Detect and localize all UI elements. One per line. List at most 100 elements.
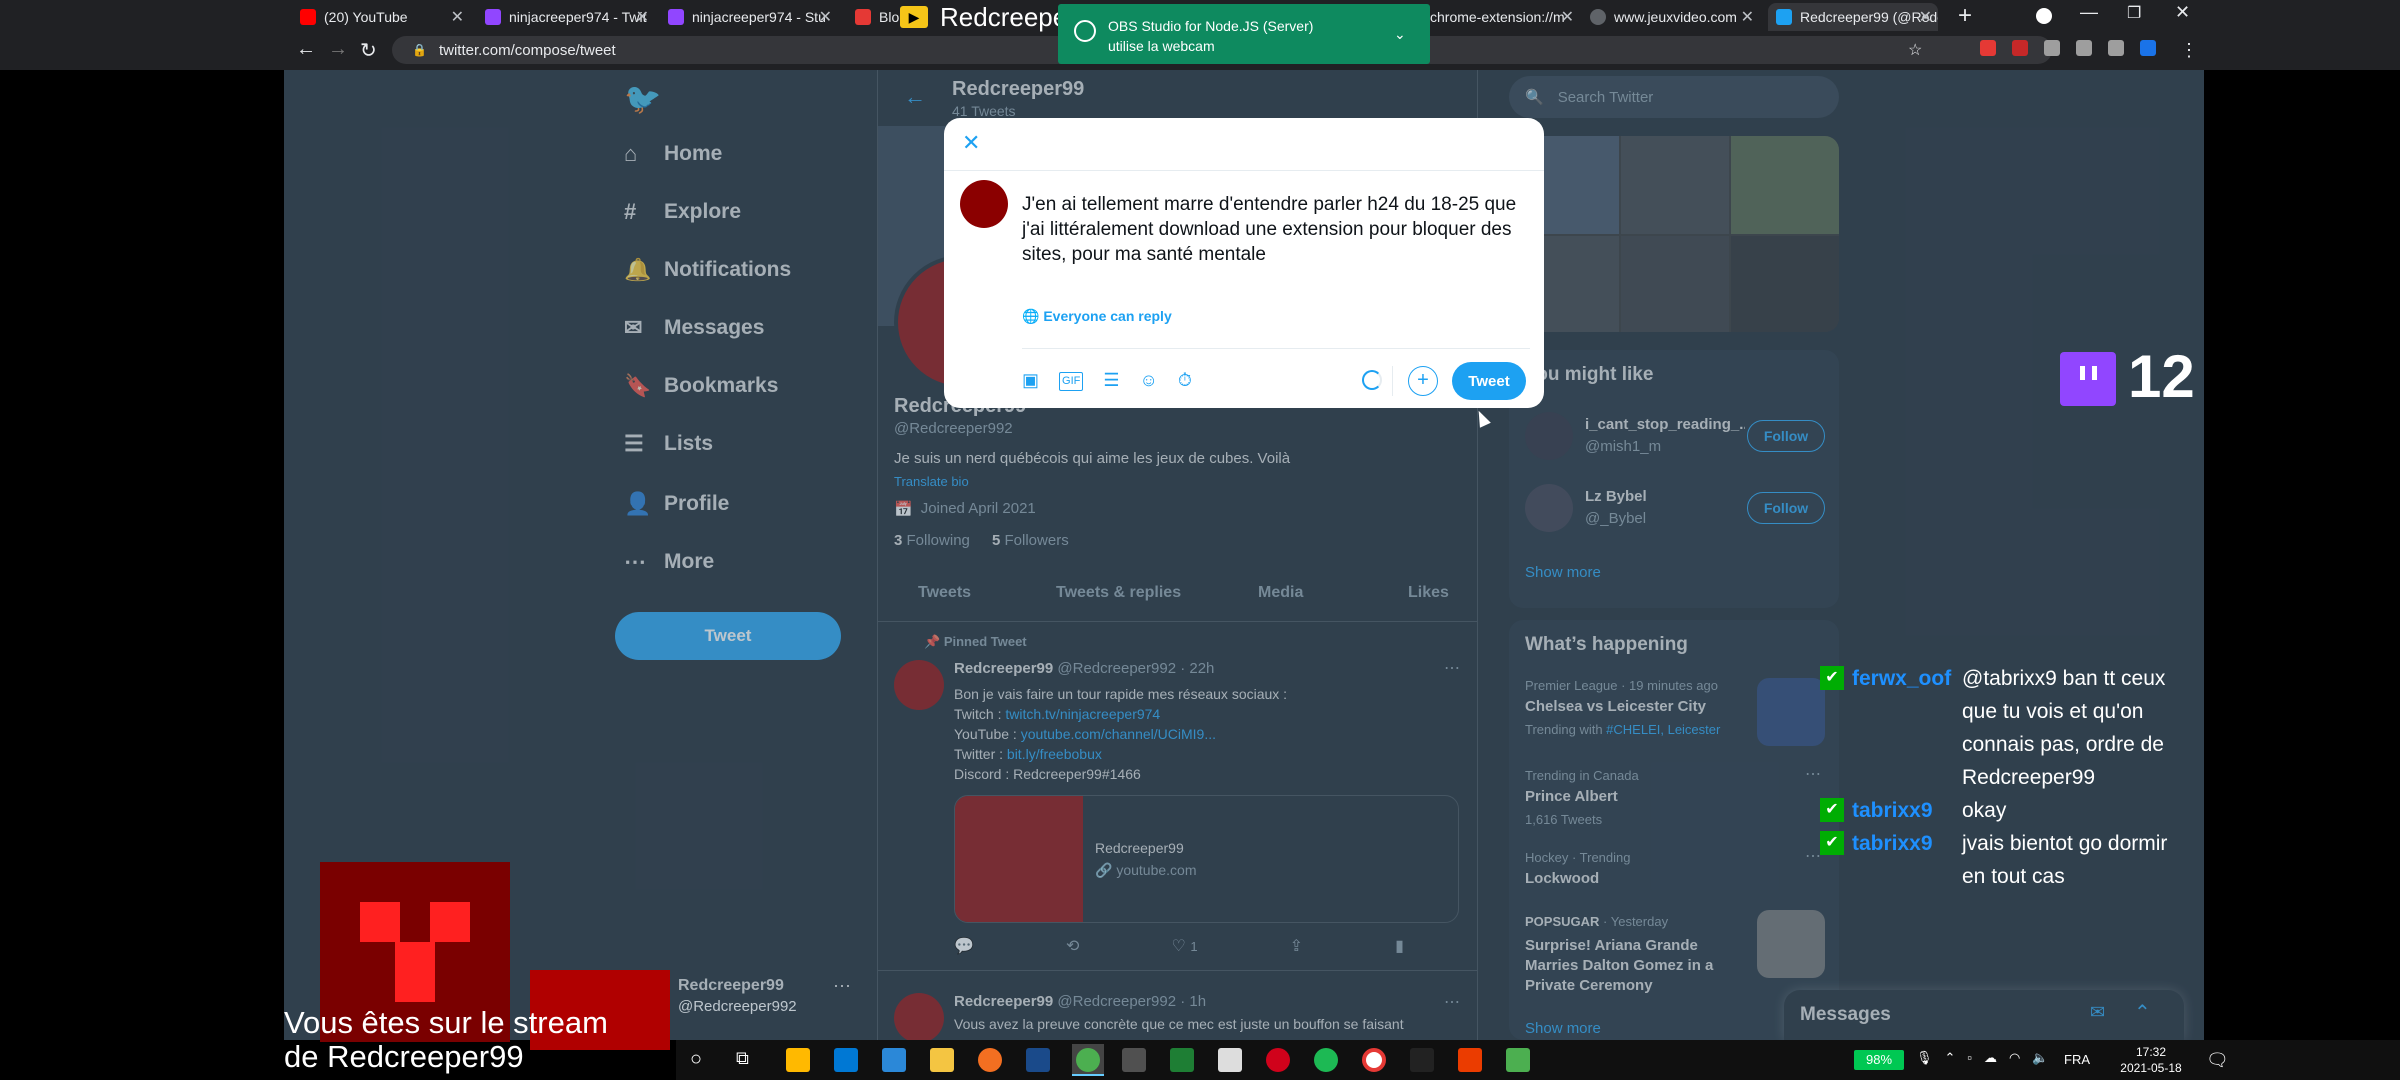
media-icon[interactable] [2108, 40, 2124, 56]
close-tab-icon[interactable]: ✕ [451, 7, 464, 27]
close-icon[interactable]: ✕ [962, 130, 980, 156]
menu-dots-icon[interactable]: ⋮ [2180, 40, 2198, 61]
chrome-icon [1076, 1048, 1100, 1072]
star-icon[interactable]: ☆ [1908, 40, 1922, 60]
close-tab-icon[interactable]: ✕ [636, 7, 649, 27]
browser-tab[interactable]: ninjacreeper974 - Twit ✕ [485, 3, 655, 31]
reload-icon[interactable]: ↻ [360, 38, 377, 63]
globe-icon: 🌐 [1022, 308, 1040, 324]
battery-indicator[interactable]: 98% [1854, 1050, 1904, 1070]
extension-icon[interactable] [2012, 40, 2028, 56]
extension-icon[interactable] [1980, 40, 1996, 56]
tweet-textarea[interactable]: J'en ai tellement marre d'entendre parle… [1022, 192, 1522, 267]
close-tab-icon[interactable]: ✕ [1919, 7, 1932, 27]
back-icon[interactable]: ← [296, 38, 316, 61]
obs-notification[interactable]: OBS Studio for Node.JS (Server) utilise … [1058, 4, 1430, 64]
obs-play-icon: ▶ [900, 6, 928, 28]
close-tab-icon[interactable]: ✕ [1561, 7, 1574, 27]
mod-badge-icon: ✔ [1820, 831, 1844, 855]
extension-icon[interactable] [2044, 40, 2060, 56]
opera-icon[interactable] [1266, 1048, 1290, 1072]
puzzle-icon[interactable] [2076, 40, 2092, 56]
globe-icon [1590, 9, 1606, 25]
app-icon[interactable] [1026, 1048, 1050, 1072]
notification-center-icon[interactable]: 🗨 [2206, 1050, 2229, 1071]
app-icon[interactable] [1122, 1048, 1146, 1072]
clock[interactable]: 17:32 2021-05-18 [2116, 1044, 2186, 1076]
lock-icon: 🔒 [412, 43, 427, 57]
app-icon[interactable] [1410, 1048, 1434, 1072]
tray-icon[interactable]: ▫ [1967, 1050, 1972, 1070]
schedule-icon[interactable]: ⏱ [1178, 370, 1192, 391]
minimize-icon[interactable]: — [2080, 2, 2098, 23]
store-icon[interactable] [786, 1048, 810, 1072]
chat-message: ✔ ferwx_oof @tabrixx9 ban tt ceux que tu… [1820, 662, 2400, 794]
mod-badge-icon: ✔ [1820, 666, 1844, 690]
app-icon[interactable] [1506, 1048, 1530, 1072]
webcam-icon [1074, 20, 1096, 42]
volume-icon[interactable]: 🔈 [2032, 1050, 2048, 1070]
chrome-taskbar-button[interactable] [1072, 1044, 1104, 1076]
divider [944, 170, 1544, 171]
taskbar: ○ ⧉ 98% 🎙 ⌃ ▫ ☁ ◠ 🔈 FRA 17:32 2021-05-18 🗨 [676, 1040, 2400, 1080]
youtube-icon [300, 9, 316, 25]
chevron-down-icon[interactable]: ⌄ [1394, 26, 1406, 43]
app-icon[interactable] [1362, 1048, 1386, 1072]
compose-toolbar: ▣ GIF ☰ ☺ ⏱ [1022, 370, 1192, 391]
mail-icon[interactable] [834, 1048, 858, 1072]
emoji-icon[interactable]: ☺ [1140, 370, 1158, 391]
close-window-icon[interactable]: ✕ [2175, 2, 2190, 23]
stream-chat: ✔ ferwx_oof @tabrixx9 ban tt ceux que tu… [1820, 662, 2400, 893]
image-icon[interactable]: ▣ [1022, 370, 1039, 391]
app-icon[interactable] [978, 1048, 1002, 1072]
close-tab-icon[interactable]: ✕ [1741, 7, 1754, 27]
app-icon[interactable] [1218, 1048, 1242, 1072]
new-tab-button[interactable]: + [1958, 2, 1972, 30]
twitch-icon [485, 9, 501, 25]
browser-tab[interactable]: ninjacreeper974 - Stu ✕ [668, 3, 838, 31]
tray-icons: 🎙 ⌃ ▫ ☁ ◠ 🔈 [1916, 1050, 2066, 1070]
viewer-count: 12 [2128, 343, 2195, 410]
twitch-icon [668, 9, 684, 25]
office-icon[interactable] [1458, 1048, 1482, 1072]
app-icon[interactable] [1170, 1048, 1194, 1072]
creeper-eye [430, 902, 470, 942]
app-icon[interactable] [882, 1048, 906, 1072]
divider [1022, 348, 1530, 349]
gif-icon[interactable]: GIF [1059, 372, 1084, 391]
compose-tweet-button[interactable]: Tweet [1452, 362, 1526, 400]
spotify-icon[interactable] [1314, 1048, 1338, 1072]
compose-tweet-modal: ✕ J'en ai tellement marre d'entendre par… [944, 118, 1544, 408]
chevron-up-icon[interactable]: ⌃ [1945, 1050, 1956, 1070]
cloud-icon[interactable]: ☁ [1984, 1050, 1997, 1070]
browser-tab[interactable]: (20) YouTube ✕ [300, 3, 470, 31]
poll-icon[interactable]: ☰ [1103, 370, 1119, 391]
chat-message: ✔ tabrixx9 jvais bientot go dormir en to… [1820, 827, 2400, 893]
twitch-icon [2060, 352, 2116, 406]
wifi-icon[interactable]: ◠ [2009, 1050, 2020, 1070]
browser-tab[interactable]: www.jeuxvideo.com ✕ [1590, 3, 1760, 31]
stream-caption: Vous êtes sur le stream de Redcreeper99 [284, 1005, 608, 1074]
search-icon[interactable]: ○ [690, 1048, 702, 1071]
task-view-icon[interactable]: ⧉ [736, 1048, 749, 1069]
browser-tab[interactable]: Blo [855, 3, 905, 31]
url-text: twitter.com/compose/tweet [438, 41, 616, 59]
site-favicon [855, 9, 871, 25]
twitch-glyph [2080, 366, 2085, 380]
browser-tab-active[interactable]: Redcreeper99 (@Redc ✕ [1768, 3, 1938, 31]
language-indicator[interactable]: FRA [2064, 1052, 2090, 1067]
composer-avatar [960, 180, 1008, 228]
folder-icon[interactable] [930, 1048, 954, 1072]
add-thread-button[interactable]: + [1408, 366, 1438, 396]
forward-icon[interactable]: → [328, 38, 348, 61]
mic-icon[interactable]: 🎙 [1916, 1050, 1933, 1070]
notification-title: OBS Studio for Node.JS (Server) [1108, 18, 1314, 34]
browser-tab[interactable]: chrome-extension://m ✕ [1430, 3, 1580, 31]
creeper-mouth [395, 942, 435, 1002]
twitter-icon [1776, 9, 1792, 25]
close-tab-icon[interactable]: ✕ [819, 7, 832, 27]
reply-setting[interactable]: 🌐 Everyone can reply [1022, 308, 1172, 325]
maximize-icon[interactable]: ❐ [2127, 3, 2141, 23]
extension-icon[interactable] [2140, 40, 2156, 56]
profile-icon[interactable] [2036, 8, 2052, 24]
